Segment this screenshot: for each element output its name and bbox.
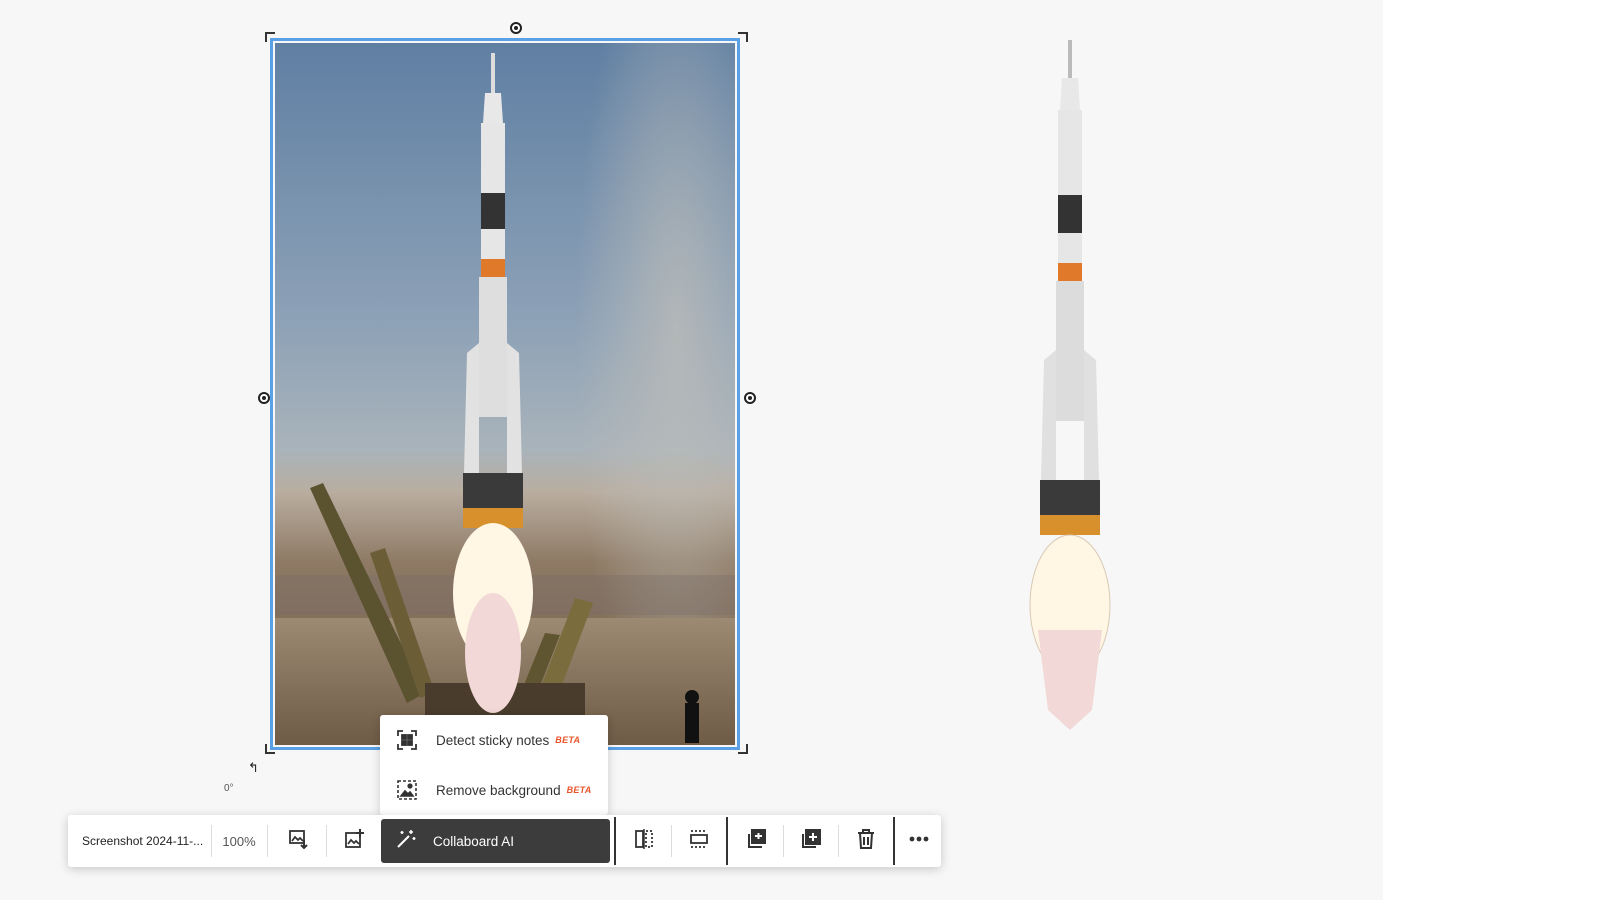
flip-horizontal-icon (633, 828, 655, 855)
rotation-label: 0° (224, 783, 234, 794)
whiteboard-canvas[interactable]: ↰ 0° Detect sticky notes BETA Remove bac… (0, 0, 1383, 900)
resize-handle-left[interactable] (258, 392, 270, 404)
collaboard-ai-menu: Detect sticky notes BETA Remove backgrou… (380, 715, 608, 815)
rocket (443, 53, 543, 713)
resize-handle-right[interactable] (744, 392, 756, 404)
duplicate-button[interactable] (729, 815, 783, 867)
resize-handle-bottom-left[interactable] (265, 744, 275, 754)
rocket-launch-photo (275, 43, 735, 745)
remove-background-icon (396, 779, 418, 801)
add-to-icon (800, 828, 822, 855)
beta-badge: BETA (566, 785, 592, 795)
flip-horizontal-button[interactable] (617, 815, 671, 867)
crop-button[interactable] (672, 815, 726, 867)
magic-wand-icon (395, 828, 417, 855)
trash-icon (855, 828, 877, 855)
remove-background-item[interactable]: Remove background BETA (380, 767, 608, 813)
resize-handle-top-right[interactable] (738, 32, 748, 42)
duplicate-icon (745, 828, 767, 855)
remove-background-label: Remove background (436, 782, 561, 798)
replace-image-icon (288, 828, 310, 855)
more-button[interactable] (896, 815, 941, 867)
crop-icon (688, 828, 710, 855)
image-toolbar: Screenshot 2024-11-... 100% Collaboard A… (68, 815, 941, 867)
delete-button[interactable] (839, 815, 893, 867)
beta-badge: BETA (555, 735, 581, 745)
zoom-level[interactable]: 100% (211, 815, 267, 867)
collaboard-ai-label: Collaboard AI (433, 833, 515, 849)
scan-sticky-notes-icon (396, 729, 418, 751)
edit-image-button[interactable] (327, 815, 381, 867)
detect-sticky-notes-label: Detect sticky notes (436, 732, 550, 748)
replace-image-button[interactable] (272, 815, 326, 867)
selected-image-frame[interactable] (270, 38, 740, 750)
resize-handle-bottom-right[interactable] (738, 744, 748, 754)
rotate-icon[interactable]: ↰ (248, 760, 259, 776)
background-removed-image[interactable] (920, 30, 1220, 750)
rotate-handle-top[interactable] (510, 22, 522, 34)
detect-sticky-notes-item[interactable]: Detect sticky notes BETA (380, 717, 608, 763)
edit-image-icon (343, 828, 365, 855)
image-name[interactable]: Screenshot 2024-11-... (68, 815, 211, 867)
resize-handle-top-left[interactable] (265, 32, 275, 42)
more-icon (908, 828, 930, 855)
collaboard-ai-button[interactable]: Collaboard AI (381, 819, 610, 863)
add-to-button[interactable] (784, 815, 838, 867)
